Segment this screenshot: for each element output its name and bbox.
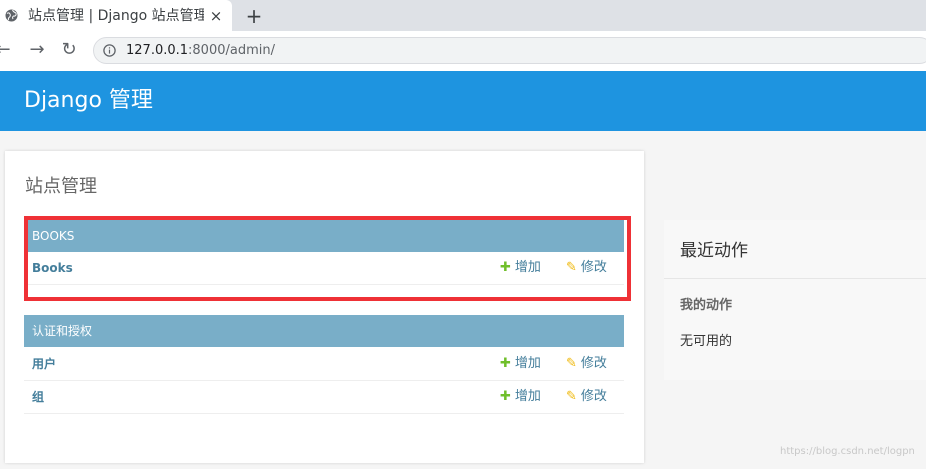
change-groups-button[interactable]: ✎ 修改: [566, 387, 626, 407]
globe-icon: [5, 9, 18, 22]
new-tab-button[interactable]: +: [245, 5, 263, 27]
model-link-users[interactable]: 用户: [32, 354, 232, 374]
change-users-button[interactable]: ✎ 修改: [566, 354, 626, 374]
row-divider: [24, 413, 624, 414]
info-icon[interactable]: [103, 44, 116, 57]
url-host: 127.0.0.1: [126, 43, 189, 58]
watermark: https://blog.csdn.net/logpn: [780, 446, 915, 457]
my-actions-heading: 我的动作: [680, 298, 733, 313]
recent-divider: [664, 278, 926, 279]
back-arrow-icon[interactable]: ←: [0, 40, 12, 60]
recent-actions-title: 最近动作: [680, 241, 748, 261]
pencil-icon: ✎: [566, 356, 577, 371]
highlight-box: [24, 216, 631, 301]
change-label: 修改: [580, 356, 607, 371]
url-path: :8000/admin/: [188, 43, 275, 58]
page-title: 站点管理: [25, 176, 97, 197]
add-groups-button[interactable]: ✚ 增加: [500, 387, 560, 407]
forward-arrow-icon[interactable]: →: [28, 40, 46, 60]
change-label: 修改: [580, 389, 607, 404]
url-text[interactable]: 127.0.0.1:8000/admin/: [126, 42, 526, 60]
site-brand[interactable]: Django 管理: [24, 86, 324, 116]
add-users-button[interactable]: ✚ 增加: [500, 354, 560, 374]
reload-icon[interactable]: ↻: [60, 40, 78, 60]
tab-close-icon[interactable]: ×: [209, 6, 223, 26]
module-caption-auth-label[interactable]: 认证和授权: [32, 315, 432, 347]
pencil-icon: ✎: [566, 389, 577, 404]
add-label: 增加: [514, 389, 541, 404]
row-divider: [24, 380, 624, 381]
add-icon: ✚: [500, 356, 511, 371]
add-icon: ✚: [500, 389, 511, 404]
no-actions-text: 无可用的: [680, 334, 733, 349]
add-label: 增加: [514, 356, 541, 371]
tab-title: 站点管理 | Django 站点管理: [28, 8, 204, 24]
model-link-groups[interactable]: 组: [32, 387, 232, 407]
